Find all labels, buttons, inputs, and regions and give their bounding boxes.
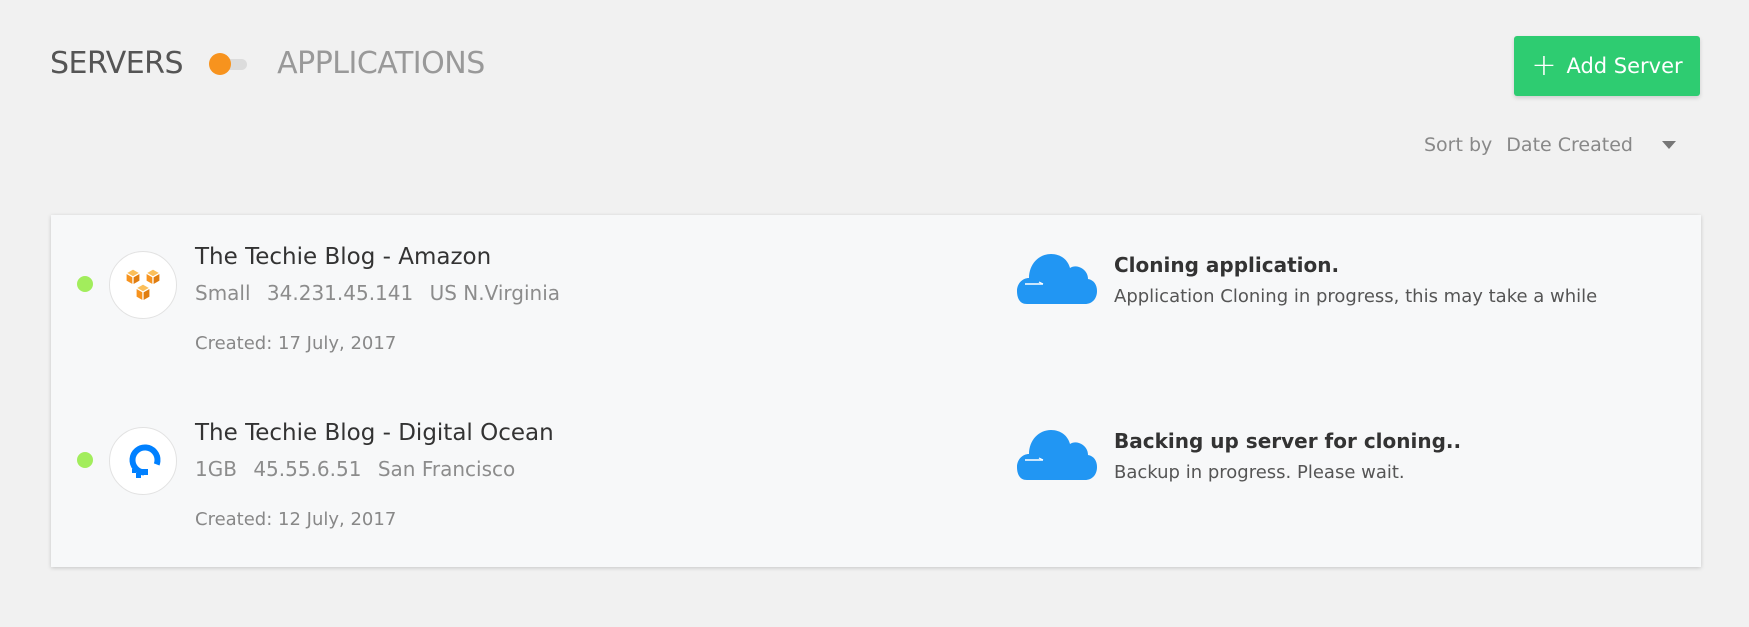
server-ip: 34.231.45.141	[266, 281, 414, 305]
server-name[interactable]: The Techie Blog - Amazon	[195, 244, 491, 270]
server-size: Small	[195, 281, 251, 305]
server-meta: 1GB 45.55.6.51 San Francisco	[195, 457, 525, 481]
server-created-date: Created: 17 July, 2017	[195, 333, 397, 354]
server-ip: 45.55.6.51	[253, 457, 362, 481]
server-name[interactable]: The Techie Blog - Digital Ocean	[195, 420, 554, 446]
task-description: Backup in progress. Please wait.	[1114, 462, 1405, 483]
tab-servers[interactable]: SERVERS	[50, 46, 184, 81]
server-location: US N.Virginia	[429, 281, 561, 305]
add-server-label: Add Server	[1566, 54, 1683, 78]
digitalocean-icon	[109, 427, 177, 495]
sort-control: Sort by Date Created	[1424, 134, 1692, 156]
server-meta: Small 34.231.45.141 US N.Virginia	[195, 281, 570, 305]
sort-label: Sort by	[1424, 134, 1493, 156]
server-created-date: Created: 12 July, 2017	[195, 509, 397, 530]
server-row[interactable]: The Techie Blog - Digital Ocean 1GB 45.5…	[51, 391, 1701, 541]
servers-applications-toggle[interactable]	[209, 52, 249, 76]
add-server-button[interactable]: + Add Server	[1514, 36, 1700, 96]
server-location: San Francisco	[377, 457, 516, 481]
cloud-icon	[1017, 430, 1097, 480]
task-title: Backing up server for cloning..	[1114, 429, 1462, 453]
server-row[interactable]: The Techie Blog - Amazon Small 34.231.45…	[51, 215, 1701, 365]
sort-select[interactable]: Date Created	[1506, 134, 1692, 156]
cloud-icon	[1017, 254, 1097, 304]
status-online-icon	[77, 452, 93, 468]
tab-applications[interactable]: APPLICATIONS	[277, 46, 485, 81]
chevron-down-icon	[1662, 141, 1677, 149]
toggle-knob	[209, 52, 232, 75]
plus-icon: +	[1531, 48, 1557, 83]
server-list: The Techie Blog - Amazon Small 34.231.45…	[51, 215, 1701, 567]
server-size: 1GB	[195, 457, 237, 481]
status-online-icon	[77, 276, 93, 292]
task-description: Application Cloning in progress, this ma…	[1114, 286, 1598, 307]
aws-icon	[109, 251, 177, 319]
header: SERVERS APPLICATIONS	[50, 46, 485, 81]
sort-selected-value: Date Created	[1506, 134, 1633, 156]
task-title: Cloning application.	[1114, 253, 1340, 277]
